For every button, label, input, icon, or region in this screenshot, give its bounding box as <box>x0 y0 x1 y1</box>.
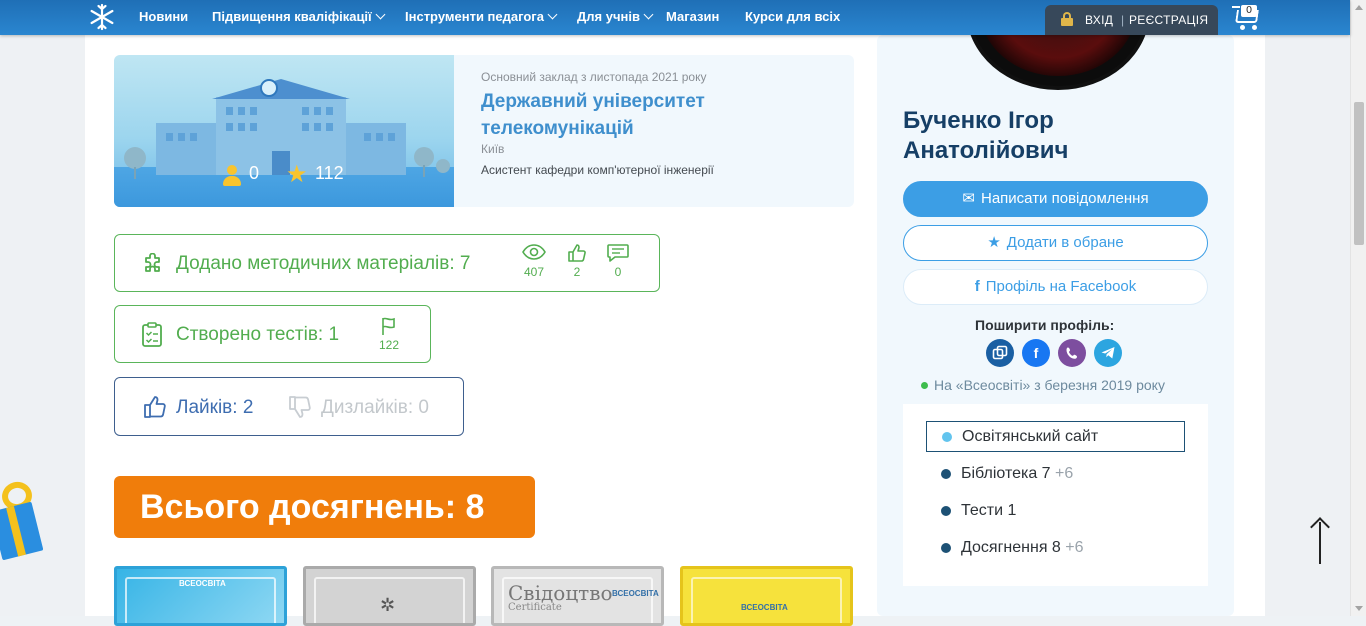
institution-card: 0 ★ 112 Основний заклад з листопада 2021… <box>114 55 854 207</box>
likes-counter: 2 <box>562 243 592 279</box>
stars-count: 112 <box>315 163 344 183</box>
chevron-down-icon <box>643 9 654 20</box>
telegram-share-icon[interactable] <box>1094 339 1122 367</box>
top-navbar: Новини Підвищення кваліфікації Інструмен… <box>0 0 1350 35</box>
nav-item-teacher-tools[interactable]: Інструменти педагога <box>405 9 558 24</box>
cart-count-badge: 0 <box>1241 5 1257 17</box>
tree-icon <box>414 147 434 167</box>
menu-item-edu-site[interactable]: Освітянський сайт <box>926 421 1185 452</box>
institution-position: Асистент кафедри комп'ютерної інженерії <box>481 163 714 177</box>
users-count: 0 <box>249 163 260 183</box>
register-label[interactable]: РЕЄСТРАЦІЯ <box>1129 13 1208 27</box>
send-message-button[interactable]: ✉ Написати повідомлення <box>903 181 1208 217</box>
scroll-down-arrow-icon[interactable] <box>1355 606 1363 611</box>
thumbs-up-icon <box>143 395 167 423</box>
flags-counter: 122 <box>374 316 404 352</box>
building-wing <box>342 123 406 175</box>
menu-item-tests[interactable]: Тести 1 <box>926 496 1185 527</box>
star-icon: ★ <box>987 234 1001 251</box>
gift-icon[interactable] <box>0 478 46 561</box>
materials-stat-box[interactable]: Додано методичних матеріалів: 7 407 2 0 <box>114 234 660 292</box>
nav-item-for-students[interactable]: Для учнів <box>577 9 654 24</box>
cart-button[interactable]: 0 <box>1232 4 1264 30</box>
certificate-logo: ВСЕОСВІТА <box>612 589 659 598</box>
achievements-total-banner[interactable]: Всього досягнень: 8 <box>114 476 535 538</box>
materials-label: Додано методичних матеріалів: 7 <box>176 253 471 274</box>
comments-counter: 0 <box>603 243 633 279</box>
copy-link-icon[interactable] <box>986 339 1014 367</box>
institution-name-link[interactable]: Державний університет телекомунікацій <box>481 88 811 142</box>
scroll-up-arrow-icon[interactable] <box>1355 5 1363 10</box>
menu-item-library[interactable]: Бібліотека 7 +6 <box>926 459 1185 490</box>
dislikes-label: Дизлайків: 0 <box>321 397 429 418</box>
clock-icon <box>260 79 278 97</box>
facebook-profile-button[interactable]: f Профіль на Facebook <box>903 269 1208 305</box>
likes-stat-box[interactable]: Лайків: 2 Дизлайків: 0 <box>114 377 464 436</box>
envelope-icon: ✉ <box>962 190 975 207</box>
nav-item-courses[interactable]: Курси для всіх <box>745 9 840 24</box>
star-icon: ★ <box>286 160 308 188</box>
certificate-logo: ВСЕОСВІТА <box>179 579 226 588</box>
profile-name: Бученко Ігор Анатолійович <box>903 107 1069 164</box>
certificate-thumbnail[interactable]: ✲ <box>303 566 476 626</box>
online-dot-icon <box>921 382 928 389</box>
tests-stat-box[interactable]: Створено тестів: 1 122 <box>114 305 431 363</box>
tree-icon <box>124 147 146 169</box>
institution-since: Основний заклад з листопада 2021 року <box>481 70 707 84</box>
viber-share-icon[interactable] <box>1058 339 1086 367</box>
certificate-thumbnail[interactable]: Свідоцтво Certificate ВСЕОСВІТА <box>491 566 664 626</box>
snowflake-logo-icon[interactable] <box>88 3 116 31</box>
chevron-down-icon <box>375 9 386 20</box>
add-to-favorites-button[interactable]: ★ Додати в обране <box>903 225 1208 261</box>
ornament-icon: ✲ <box>380 595 396 616</box>
menu-item-achievements[interactable]: Досягнення 8 +6 <box>926 533 1185 564</box>
scrollbar-thumb[interactable] <box>1354 102 1364 245</box>
user-icon <box>222 165 242 187</box>
views-counter: 407 <box>519 243 549 279</box>
building-roof <box>212 79 350 99</box>
chevron-down-icon <box>547 9 558 20</box>
facebook-icon: f <box>974 278 980 295</box>
thumbs-down-icon <box>288 395 312 423</box>
institution-city: Київ <box>481 142 505 156</box>
back-to-top-arrow-icon[interactable] <box>1310 517 1330 564</box>
university-illustration: 0 ★ 112 <box>114 55 454 207</box>
share-profile-title: Поширити профіль: <box>975 317 1115 333</box>
flag-icon <box>374 316 404 336</box>
nav-item-news[interactable]: Новини <box>139 9 188 24</box>
likes-label: Лайків: 2 <box>176 397 254 418</box>
member-since: На «Всеосвіті» з березня 2019 року <box>921 377 1165 393</box>
nav-item-shop[interactable]: Магазин <box>666 9 719 24</box>
puzzle-icon <box>141 252 165 281</box>
facebook-share-icon[interactable]: f <box>1022 339 1050 367</box>
login-register-button[interactable]: ВХІД | РЕЄСТРАЦІЯ <box>1045 5 1218 35</box>
certificate-thumbnail[interactable]: ВСЕОСВІТА <box>680 566 853 626</box>
login-separator: | <box>1121 13 1125 27</box>
thumbs-up-icon <box>562 243 592 263</box>
comment-icon <box>603 243 633 263</box>
page-scrollbar[interactable] <box>1350 0 1366 616</box>
nav-item-qualification[interactable]: Підвищення кваліфікації <box>212 9 386 24</box>
certificate-logo: ВСЕОСВІТА <box>741 603 788 612</box>
tests-label: Створено тестів: 1 <box>176 324 340 345</box>
certificate-thumbnail[interactable]: ВСЕОСВІТА <box>114 566 287 626</box>
eye-icon <box>519 243 549 263</box>
lock-icon <box>1061 12 1073 26</box>
certificate-subtitle: Certificate <box>508 602 562 613</box>
login-label[interactable]: ВХІД <box>1085 13 1113 27</box>
tree-icon <box>436 159 450 173</box>
checklist-icon <box>141 322 163 352</box>
building-wing <box>156 123 220 175</box>
